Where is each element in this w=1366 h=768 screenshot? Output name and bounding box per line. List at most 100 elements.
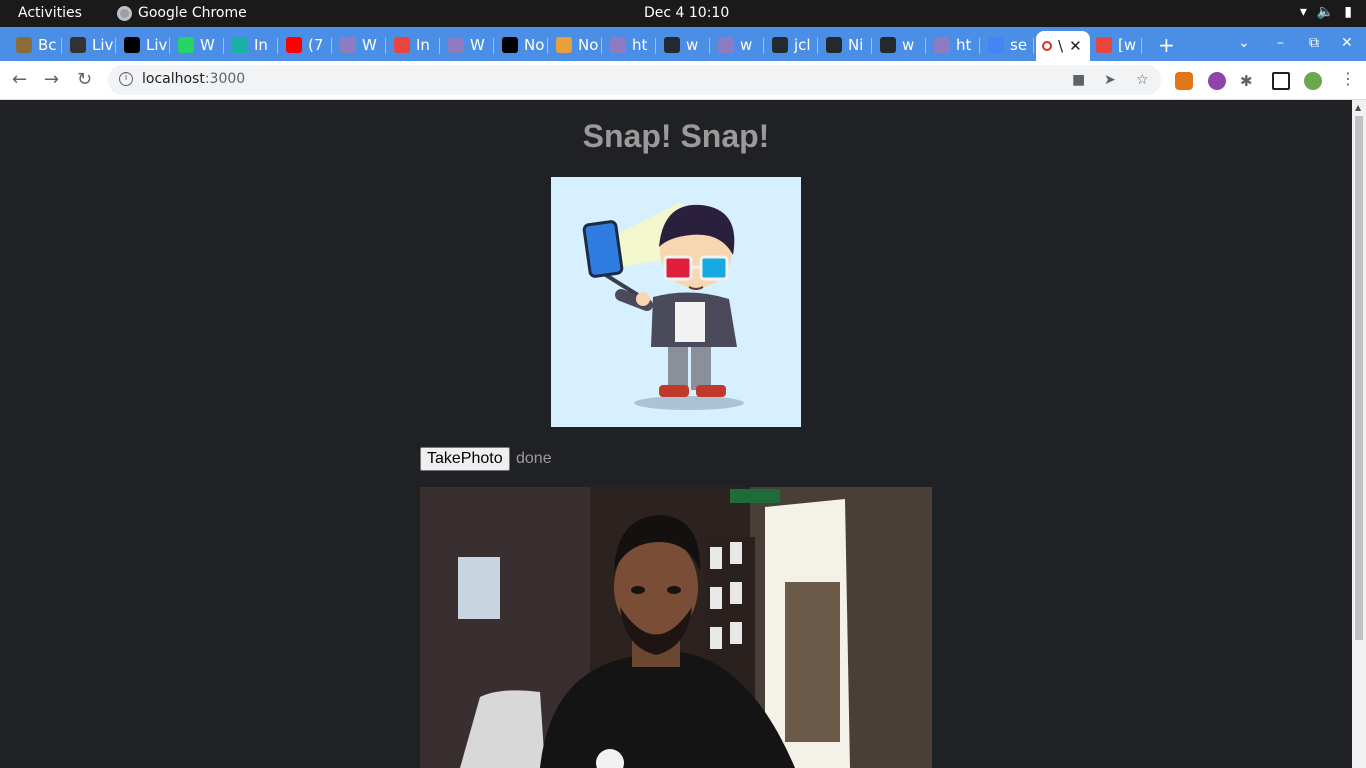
tab-favicon-icon bbox=[664, 37, 680, 53]
tab-favicon-icon bbox=[16, 37, 32, 53]
tab-separator bbox=[385, 38, 386, 54]
tab-separator bbox=[331, 38, 332, 54]
tab-separator bbox=[223, 38, 224, 54]
browser-tab[interactable]: (7 bbox=[280, 31, 332, 59]
new-tab-button[interactable]: + bbox=[1158, 33, 1175, 57]
tab-separator bbox=[1033, 38, 1034, 54]
reload-icon[interactable]: ↻ bbox=[77, 69, 92, 90]
tab-label: w bbox=[740, 36, 753, 54]
tab-label: w bbox=[902, 36, 915, 54]
scroll-up-arrow-icon[interactable]: ▲ bbox=[1355, 103, 1361, 112]
browser-tab[interactable]: jcl bbox=[766, 31, 818, 59]
restore-icon[interactable]: ⧉ bbox=[1309, 35, 1319, 51]
close-window-icon[interactable]: ✕ bbox=[1341, 35, 1353, 51]
tab-favicon-icon bbox=[556, 37, 572, 53]
browser-tab[interactable]: Ni bbox=[820, 31, 872, 59]
extension-icon[interactable] bbox=[1208, 72, 1226, 90]
page-viewport: Snap! Snap! TakePhoto done bbox=[0, 100, 1352, 768]
browser-tab[interactable]: No bbox=[550, 31, 602, 59]
tab-label: w bbox=[686, 36, 699, 54]
address-bar[interactable]: i localhost:3000 ■ ➤ ☆ bbox=[108, 65, 1161, 95]
tab-separator bbox=[979, 38, 980, 54]
share-icon[interactable]: ➤ bbox=[1104, 72, 1116, 88]
tab-search-icon[interactable]: ⌄ bbox=[1238, 35, 1250, 51]
vertical-scrollbar[interactable]: ▲ bbox=[1352, 100, 1366, 768]
tab-favicon-icon bbox=[772, 37, 788, 53]
camera-icon[interactable]: ■ bbox=[1072, 72, 1085, 88]
tab-favicon-icon bbox=[502, 37, 518, 53]
tab-favicon-icon bbox=[1096, 37, 1112, 53]
tab-favicon-icon bbox=[1042, 41, 1052, 51]
browser-tab[interactable]: \ ✕ bbox=[1036, 31, 1090, 61]
browser-tab[interactable]: Bc bbox=[10, 31, 62, 59]
side-panel-icon[interactable] bbox=[1272, 72, 1290, 90]
browser-tab[interactable]: Liv bbox=[118, 31, 170, 59]
tab-separator bbox=[925, 38, 926, 54]
status-text: done bbox=[516, 450, 552, 467]
tab-label: W bbox=[200, 36, 215, 54]
browser-tab[interactable]: w bbox=[712, 31, 764, 59]
tab-separator bbox=[547, 38, 548, 54]
browser-tab[interactable]: w bbox=[658, 31, 710, 59]
browser-toolbar: ← → ↻ i localhost:3000 ■ ➤ ☆ ✱ ⋮ bbox=[0, 61, 1366, 100]
tab-label: In bbox=[416, 36, 430, 54]
back-icon[interactable]: ← bbox=[12, 69, 27, 90]
tab-separator bbox=[61, 38, 62, 54]
browser-tab[interactable]: W bbox=[334, 31, 386, 59]
tab-close-icon[interactable]: ✕ bbox=[1069, 37, 1082, 55]
tab-separator bbox=[601, 38, 602, 54]
browser-tab[interactable]: w bbox=[874, 31, 926, 59]
system-tray[interactable]: ▾ 🔈 ▮ bbox=[1300, 4, 1352, 20]
tab-separator bbox=[493, 38, 494, 54]
minimize-icon[interactable]: – bbox=[1277, 35, 1284, 51]
tab-label: ht bbox=[632, 36, 648, 54]
extensions-puzzle-icon[interactable]: ✱ bbox=[1240, 72, 1258, 90]
chrome-icon bbox=[117, 5, 132, 21]
url-text[interactable]: localhost:3000 bbox=[142, 71, 245, 87]
app-menu[interactable]: Google Chrome bbox=[117, 5, 247, 21]
system-top-bar: Activities Google Chrome Dec 4 10:10 ▾ 🔈… bbox=[0, 0, 1366, 27]
browser-tab[interactable]: In bbox=[226, 31, 278, 59]
tab-label: jcl bbox=[794, 36, 811, 54]
tab-favicon-icon bbox=[286, 37, 302, 53]
tab-favicon-icon bbox=[340, 37, 356, 53]
browser-tab[interactable]: Liv bbox=[64, 31, 116, 59]
browser-tab[interactable]: W bbox=[442, 31, 494, 59]
activities-button[interactable]: Activities bbox=[18, 5, 82, 21]
tab-label: Liv bbox=[146, 36, 168, 54]
browser-tab[interactable]: se bbox=[982, 31, 1034, 59]
volume-icon: 🔈 bbox=[1316, 4, 1335, 20]
clock[interactable]: Dec 4 10:10 bbox=[644, 5, 729, 21]
browser-tab[interactable]: In bbox=[388, 31, 440, 59]
profile-avatar[interactable] bbox=[1304, 72, 1322, 90]
tab-separator bbox=[817, 38, 818, 54]
menu-kebab-icon[interactable]: ⋮ bbox=[1340, 69, 1358, 88]
page-title: Snap! Snap! bbox=[582, 118, 770, 154]
tab-label: ht bbox=[956, 36, 972, 54]
tab-separator bbox=[709, 38, 710, 54]
tab-label: W bbox=[362, 36, 377, 54]
tab-favicon-icon bbox=[394, 37, 410, 53]
take-photo-button[interactable]: TakePhoto bbox=[420, 447, 510, 471]
tab-favicon-icon bbox=[880, 37, 896, 53]
browser-tab[interactable]: No bbox=[496, 31, 548, 59]
browser-tab[interactable]: [w bbox=[1090, 31, 1142, 59]
site-info-icon[interactable]: i bbox=[119, 72, 133, 86]
tab-favicon-icon bbox=[718, 37, 734, 53]
bookmark-star-icon[interactable]: ☆ bbox=[1136, 72, 1149, 88]
scrollbar-thumb[interactable] bbox=[1355, 116, 1363, 640]
tab-label: Ni bbox=[848, 36, 864, 54]
tab-label: (7 bbox=[308, 36, 324, 54]
tab-separator bbox=[871, 38, 872, 54]
forward-icon[interactable]: → bbox=[44, 69, 59, 90]
browser-tab[interactable]: ht bbox=[604, 31, 656, 59]
browser-tab[interactable]: W bbox=[172, 31, 224, 59]
battery-icon: ▮ bbox=[1344, 4, 1352, 20]
tab-separator bbox=[655, 38, 656, 54]
tab-label: No bbox=[578, 36, 599, 54]
tab-separator bbox=[763, 38, 764, 54]
captured-photo bbox=[420, 487, 932, 768]
browser-tab[interactable]: ht bbox=[928, 31, 980, 59]
tab-label: In bbox=[254, 36, 268, 54]
metamask-icon[interactable] bbox=[1175, 72, 1193, 90]
